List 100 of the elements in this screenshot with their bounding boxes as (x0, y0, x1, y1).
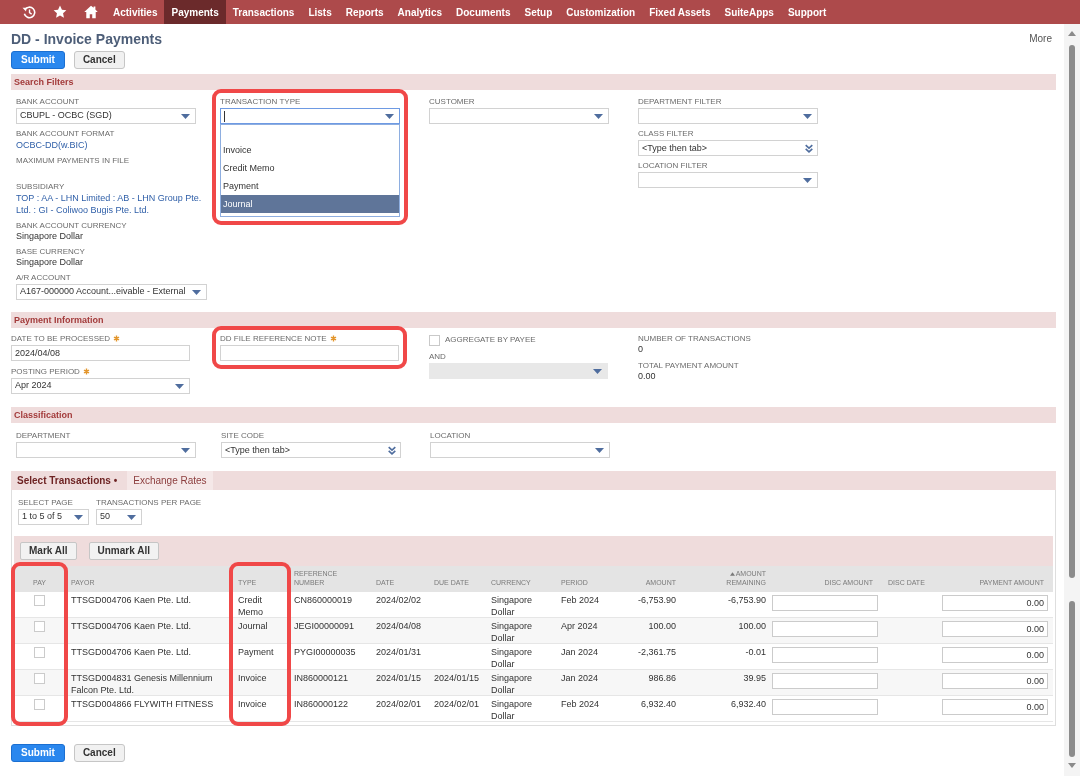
field-label: CUSTOMER (429, 97, 475, 107)
dropdown-field[interactable] (220, 108, 400, 124)
checkbox[interactable] (429, 334, 440, 346)
nav-tab[interactable]: Reports (338, 0, 391, 24)
amount-field[interactable]: 0.00 (942, 673, 1048, 689)
amount-field[interactable] (772, 595, 878, 611)
dropdown-option[interactable]: Journal (221, 195, 399, 213)
list-button[interactable]: Unmark All (88, 542, 159, 560)
dropdown-field[interactable] (638, 108, 818, 124)
field-value: 0.00 (638, 371, 656, 382)
text-cursor-icon (224, 110, 225, 122)
table-cell-text: 2024/02/01 (433, 698, 481, 711)
dropdown-field[interactable]: CBUPL - OCBC (SGD) (16, 108, 196, 124)
amount-field[interactable]: 0.00 (942, 647, 1048, 663)
nav-tab[interactable]: Customization (559, 0, 643, 24)
scrollbar-thumb[interactable] (1069, 45, 1075, 578)
input-field[interactable]: 2024/04/08 (11, 345, 190, 361)
dropdown-field[interactable] (16, 442, 196, 458)
table-cell-text: -0.01 (744, 646, 767, 659)
amount-field[interactable] (772, 621, 878, 637)
amount-field[interactable]: 0.00 (942, 699, 1048, 715)
nav-tab[interactable]: Lists (301, 0, 339, 24)
field-label: DEPARTMENT (16, 431, 71, 441)
checkbox[interactable] (34, 621, 45, 632)
nav-tab[interactable]: Activities (106, 0, 165, 24)
nav-tab[interactable]: Payments (164, 0, 226, 24)
field-label: BASE CURRENCY (16, 247, 85, 257)
submit-button[interactable]: Submit (11, 51, 65, 69)
history-icon[interactable] (22, 5, 36, 19)
nav-tab[interactable]: Analytics (390, 0, 450, 24)
caret-icon (127, 514, 136, 520)
table-cell-text: Journal (237, 620, 269, 633)
field-label: A/R ACCOUNT (16, 273, 71, 283)
amount-field[interactable] (772, 647, 878, 663)
field-label: BANK ACCOUNT (16, 97, 80, 107)
nav-tab[interactable]: Transactions (225, 0, 302, 24)
list-button[interactable]: Mark All (20, 542, 77, 560)
nav-tab[interactable]: Support (780, 0, 834, 24)
nav-tab[interactable]: Setup (517, 0, 560, 24)
table-cell-text: Apr 2024 (560, 620, 599, 633)
amount-field[interactable] (772, 673, 878, 689)
caret-icon (595, 447, 604, 453)
combo-field[interactable]: <Type then tab> (638, 140, 818, 156)
double-chevron-icon (388, 445, 396, 455)
table-cell-text: -2,361.75 (636, 646, 677, 659)
dropdown-field[interactable] (430, 442, 610, 458)
dropdown-field[interactable]: A167-000000 Account...eivable - External (16, 284, 207, 300)
checkbox[interactable] (34, 595, 45, 606)
field-value: Singapore Dollar (16, 231, 84, 242)
more-menu[interactable]: More (1029, 30, 1052, 48)
table-cell-text: 100.00 (737, 620, 767, 633)
tab[interactable]: Exchange Rates (127, 471, 213, 490)
checkbox[interactable] (34, 699, 45, 710)
dropdown-field[interactable]: 50 (96, 509, 142, 525)
caret-icon (175, 383, 184, 389)
dropdown-option[interactable]: Credit Memo (221, 159, 399, 177)
field-label: DD FILE REFERENCE NOTE (220, 334, 327, 344)
dropdown-field[interactable] (429, 108, 609, 124)
cancel-button[interactable]: Cancel (73, 744, 125, 762)
dropdown-field[interactable]: Apr 2024 (11, 378, 190, 394)
table-cell-text: PYGI00000035 (293, 646, 357, 659)
scrollbar-thumb[interactable] (1069, 601, 1075, 757)
table-cell-text: TTSGD004831 Genesis Millennium Falcon Pte. Ltd. (70, 672, 214, 696)
table-cell-text: 2024/01/15 (433, 672, 481, 685)
scroll-down-icon[interactable] (1068, 763, 1076, 768)
dropdown-option[interactable]: Invoice (221, 141, 399, 159)
dropdown-field[interactable]: 1 to 5 of 5 (18, 509, 89, 525)
amount-field[interactable] (772, 699, 878, 715)
link[interactable]: OCBC-DD(w.BIC) (16, 139, 88, 151)
input-field[interactable] (220, 345, 399, 361)
checkbox[interactable] (34, 673, 45, 684)
section-header: Payment Information (11, 312, 1056, 328)
field-label: NUMBER OF TRANSACTIONS (638, 334, 751, 344)
nav-tab[interactable]: SuiteApps (717, 0, 781, 24)
amount-field[interactable]: 0.00 (942, 621, 1048, 637)
scrollbar[interactable] (1064, 24, 1080, 776)
dropdown-option[interactable]: Payment (221, 177, 399, 195)
table-cell-text: JEGI00000091 (293, 620, 356, 633)
table-cell-text: Invoice (237, 672, 268, 685)
link[interactable]: TOP : AA - LHN Limited : AB - LHN Group Pte. Ltd. : GI - Coliwoo Bugis Pte. Ltd. (16, 192, 208, 216)
table-cell-text: 2024/02/02 (375, 594, 423, 607)
nav-tab[interactable]: Documents (449, 0, 518, 24)
scroll-up-icon[interactable] (1068, 31, 1076, 36)
cancel-button[interactable]: Cancel (73, 51, 125, 69)
table-cell-text: Singapore Dollar (490, 646, 534, 670)
nav-tab[interactable]: Fixed Assets (642, 0, 718, 24)
table-cell-text: Jan 2024 (560, 672, 600, 685)
checkbox[interactable] (34, 647, 45, 658)
table-cell-text: Feb 2024 (560, 594, 601, 607)
home-icon[interactable] (84, 5, 98, 19)
amount-field[interactable]: 0.00 (942, 595, 1048, 611)
field-label: AND (429, 352, 446, 362)
field-label: TRANSACTIONS PER PAGE (96, 498, 202, 508)
field-label: DATE TO BE PROCESSED (11, 334, 111, 344)
dropdown-field[interactable] (638, 172, 818, 188)
submit-button[interactable]: Submit (11, 744, 65, 762)
caret-icon (181, 113, 190, 119)
tab[interactable]: Select Transactions • (11, 471, 124, 490)
star-icon[interactable] (53, 5, 67, 19)
combo-field[interactable]: <Type then tab> (221, 442, 401, 458)
